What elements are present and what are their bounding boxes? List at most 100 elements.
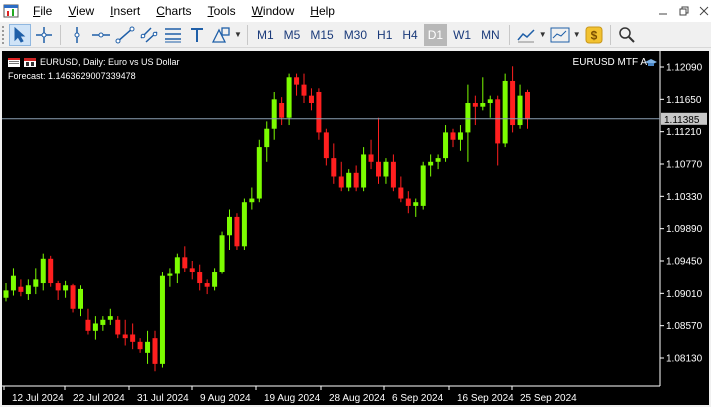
indicator-line-icon [517, 28, 535, 42]
shapes-dropdown-arrow-icon[interactable]: ▼ [233, 30, 243, 39]
text-tool-button[interactable] [186, 24, 208, 46]
candle-body [390, 161, 396, 188]
menu-tools[interactable]: Tools [200, 0, 244, 22]
close-icon[interactable] [696, 3, 711, 19]
time-tick-label: 6 Sep 2024 [392, 393, 444, 404]
candle-body [92, 323, 98, 331]
trendline-tool-button[interactable] [114, 24, 136, 46]
vertical-line-tool-button[interactable] [66, 24, 88, 46]
indicators-dropdown-arrow-icon[interactable]: ▼ [538, 30, 548, 39]
price-tick-label: 1.09010 [666, 289, 703, 300]
candle-body [472, 103, 478, 107]
candle-body [197, 272, 203, 284]
horizontal-line-tool-button[interactable] [90, 24, 112, 46]
fibonacci-tool-button[interactable] [162, 24, 184, 46]
restore-icon[interactable] [676, 3, 692, 19]
indicators-button[interactable] [515, 24, 537, 46]
candle-body [517, 95, 523, 126]
candle-body [182, 257, 188, 269]
candle-body [457, 132, 463, 140]
timeframe-m5-button[interactable]: M5 [280, 24, 305, 46]
candle-body [346, 172, 352, 188]
menu-help[interactable]: Help [302, 0, 343, 22]
candle-body [3, 290, 9, 298]
templates-dropdown-arrow-icon[interactable]: ▼ [572, 30, 582, 39]
candle-body [137, 341, 143, 350]
price-tick-label: 1.09450 [666, 257, 703, 268]
candle-body [323, 132, 329, 159]
candle-body [115, 319, 121, 335]
shapes-tool-button[interactable] [210, 24, 232, 46]
timeframe-m30-button[interactable]: M30 [340, 24, 371, 46]
channel-tool-button[interactable] [138, 24, 160, 46]
menu-file[interactable]: File [25, 0, 60, 22]
market-button[interactable]: $ [583, 24, 605, 46]
candle-body [316, 91, 322, 133]
candle-body [100, 319, 106, 325]
templates-button[interactable] [549, 24, 571, 46]
menu-insert[interactable]: Insert [102, 0, 148, 22]
timeframe-d1-button[interactable]: D1 [423, 23, 448, 46]
menu-window[interactable]: Window [244, 0, 303, 22]
time-tick-label: 31 Jul 2024 [137, 393, 189, 404]
candle-body [502, 80, 508, 144]
candle-body [353, 172, 359, 188]
candle-body [63, 285, 69, 291]
timeframe-m15-button[interactable]: M15 [306, 24, 337, 46]
graduation-cap-icon[interactable] [645, 57, 657, 67]
candle-body [308, 95, 314, 104]
current-price-label: 1.11385 [664, 115, 700, 126]
candle-body [249, 198, 255, 203]
candle-body [85, 319, 91, 331]
candle-body [331, 158, 337, 177]
candle-body [48, 258, 54, 284]
text-icon [191, 27, 203, 42]
toolbar-grip[interactable] [2, 25, 5, 44]
chart-header: EURUSD, Daily: Euro vs US Dollar [8, 57, 180, 67]
candle-body [256, 147, 262, 199]
timeframe-h1-button[interactable]: H1 [373, 24, 396, 46]
candle-body [383, 161, 389, 177]
chart-window[interactable]: 1.12090 1.11650 1.11210 1.10770 1.10330 1.098… [2, 51, 709, 405]
search-button[interactable] [616, 24, 638, 46]
menu-view[interactable]: View [60, 0, 102, 22]
candle-body [145, 341, 151, 353]
candle-body [122, 334, 128, 339]
candle-body [376, 161, 381, 177]
time-tick-label: 9 Aug 2024 [200, 393, 251, 404]
candle-body [495, 99, 501, 144]
candle-body [279, 103, 285, 118]
candle-body [174, 257, 180, 274]
candle-body [234, 216, 240, 247]
timeframe-h4-button[interactable]: H4 [398, 24, 421, 46]
toolbar-separator [60, 24, 61, 45]
menu-charts[interactable]: Charts [148, 0, 199, 22]
fibonacci-icon [165, 27, 181, 42]
candle-body [264, 128, 270, 148]
price-tick-label: 1.08570 [666, 321, 703, 332]
toolbar-separator [609, 24, 611, 45]
time-tick-label: 22 Jul 2024 [73, 393, 125, 404]
time-tick-label: 28 Aug 2024 [329, 393, 386, 404]
timeframe-m1-button[interactable]: M1 [253, 24, 278, 46]
candle-body [107, 316, 113, 320]
toolbar-separator [247, 24, 248, 45]
crosshair-tool-button[interactable] [33, 24, 55, 46]
candle-body [40, 258, 46, 284]
time-tick-label: 16 Sep 2024 [457, 393, 514, 404]
menu-bar: File View Insert Charts Tools Window Hel… [0, 0, 711, 22]
chart-window-icon [8, 57, 20, 67]
candle-body [435, 158, 441, 162]
candle-body [55, 283, 61, 291]
candle-body [159, 275, 165, 364]
candle-body [271, 99, 277, 129]
crosshair-icon [36, 26, 52, 43]
time-tick-label: 25 Sep 2024 [520, 393, 577, 404]
price-tick-label: 1.09890 [666, 224, 703, 235]
timeframe-mn-button[interactable]: MN [477, 24, 504, 46]
cursor-tool-button[interactable] [9, 23, 31, 46]
minimize-icon[interactable] [655, 3, 671, 19]
candle-body [10, 275, 16, 291]
timeframe-w1-button[interactable]: W1 [449, 24, 475, 46]
price-chart[interactable]: 1.12090 1.11650 1.11210 1.10770 1.10330 1.098… [2, 51, 709, 405]
